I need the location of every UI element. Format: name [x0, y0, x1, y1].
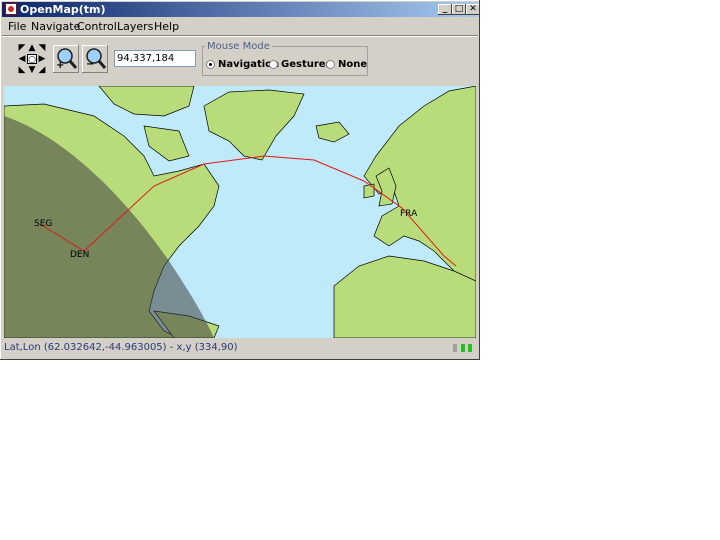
scale-field[interactable] — [114, 50, 196, 67]
arrow-up-icon[interactable]: ▲ — [27, 43, 37, 53]
radio-gestures-label: Gestures — [281, 59, 332, 70]
pan-southwest-icon[interactable]: ◣ — [17, 65, 27, 75]
city-label-fra: FRA — [400, 209, 418, 219]
arrow-down-icon[interactable]: ▼ — [27, 65, 37, 75]
map-svg: SEG DEN FRA — [4, 86, 476, 338]
zoom-out-sign: − — [86, 59, 95, 70]
radio-navigation[interactable] — [206, 60, 215, 69]
window-title: OpenMap(tm) — [20, 3, 106, 16]
pan-southeast-icon[interactable]: ◢ — [37, 65, 47, 75]
arrow-right-icon[interactable]: ▶ — [37, 54, 47, 64]
status-text: Lat,Lon (62.032642,-44.963005) - x,y (33… — [4, 342, 238, 353]
menu-file[interactable]: File — [8, 19, 26, 34]
zoom-in-sign: + — [56, 60, 65, 71]
radio-gestures[interactable] — [269, 60, 278, 69]
close-button[interactable]: ✕ — [466, 4, 480, 15]
title-bar[interactable]: OpenMap(tm) _ □ ✕ — [2, 2, 480, 17]
radio-none[interactable] — [326, 60, 335, 69]
status-led-2 — [461, 344, 465, 352]
radio-none-label: None — [338, 59, 368, 70]
menu-layers[interactable]: Layers — [117, 19, 153, 34]
menu-navigate[interactable]: Navigate — [31, 19, 80, 34]
city-label-seg: SEG — [34, 219, 52, 229]
menu-control[interactable]: Control — [77, 19, 117, 34]
app-icon — [5, 3, 17, 15]
pan-northeast-icon[interactable]: ◥ — [37, 43, 47, 53]
menu-help[interactable]: Help — [154, 19, 179, 34]
maximize-button[interactable]: □ — [452, 4, 466, 15]
zoom-in-button[interactable]: + — [53, 45, 79, 73]
mouse-mode-legend: Mouse Mode — [205, 41, 272, 52]
recenter-icon[interactable]: ○ — [27, 54, 37, 65]
city-label-den: DEN — [70, 250, 89, 260]
arrow-left-icon[interactable]: ◀ — [17, 54, 27, 64]
pan-northwest-icon[interactable]: ◤ — [17, 43, 27, 53]
minimize-button[interactable]: _ — [438, 4, 452, 15]
menu-separator — [2, 35, 478, 37]
status-led-3 — [468, 344, 472, 352]
status-led-1 — [453, 344, 457, 352]
navigation-pad: ◤ ▲ ◥ ◀ ○ ▶ ◣ ▼ ◢ — [15, 43, 48, 75]
menu-bar: File Navigate Control Layers Help — [2, 18, 478, 34]
map-canvas[interactable]: SEG DEN FRA — [4, 86, 476, 338]
ireland — [363, 183, 375, 199]
zoom-out-button[interactable]: − — [82, 45, 108, 73]
openmap-window: OpenMap(tm) _ □ ✕ File Navigate Control … — [0, 0, 480, 360]
